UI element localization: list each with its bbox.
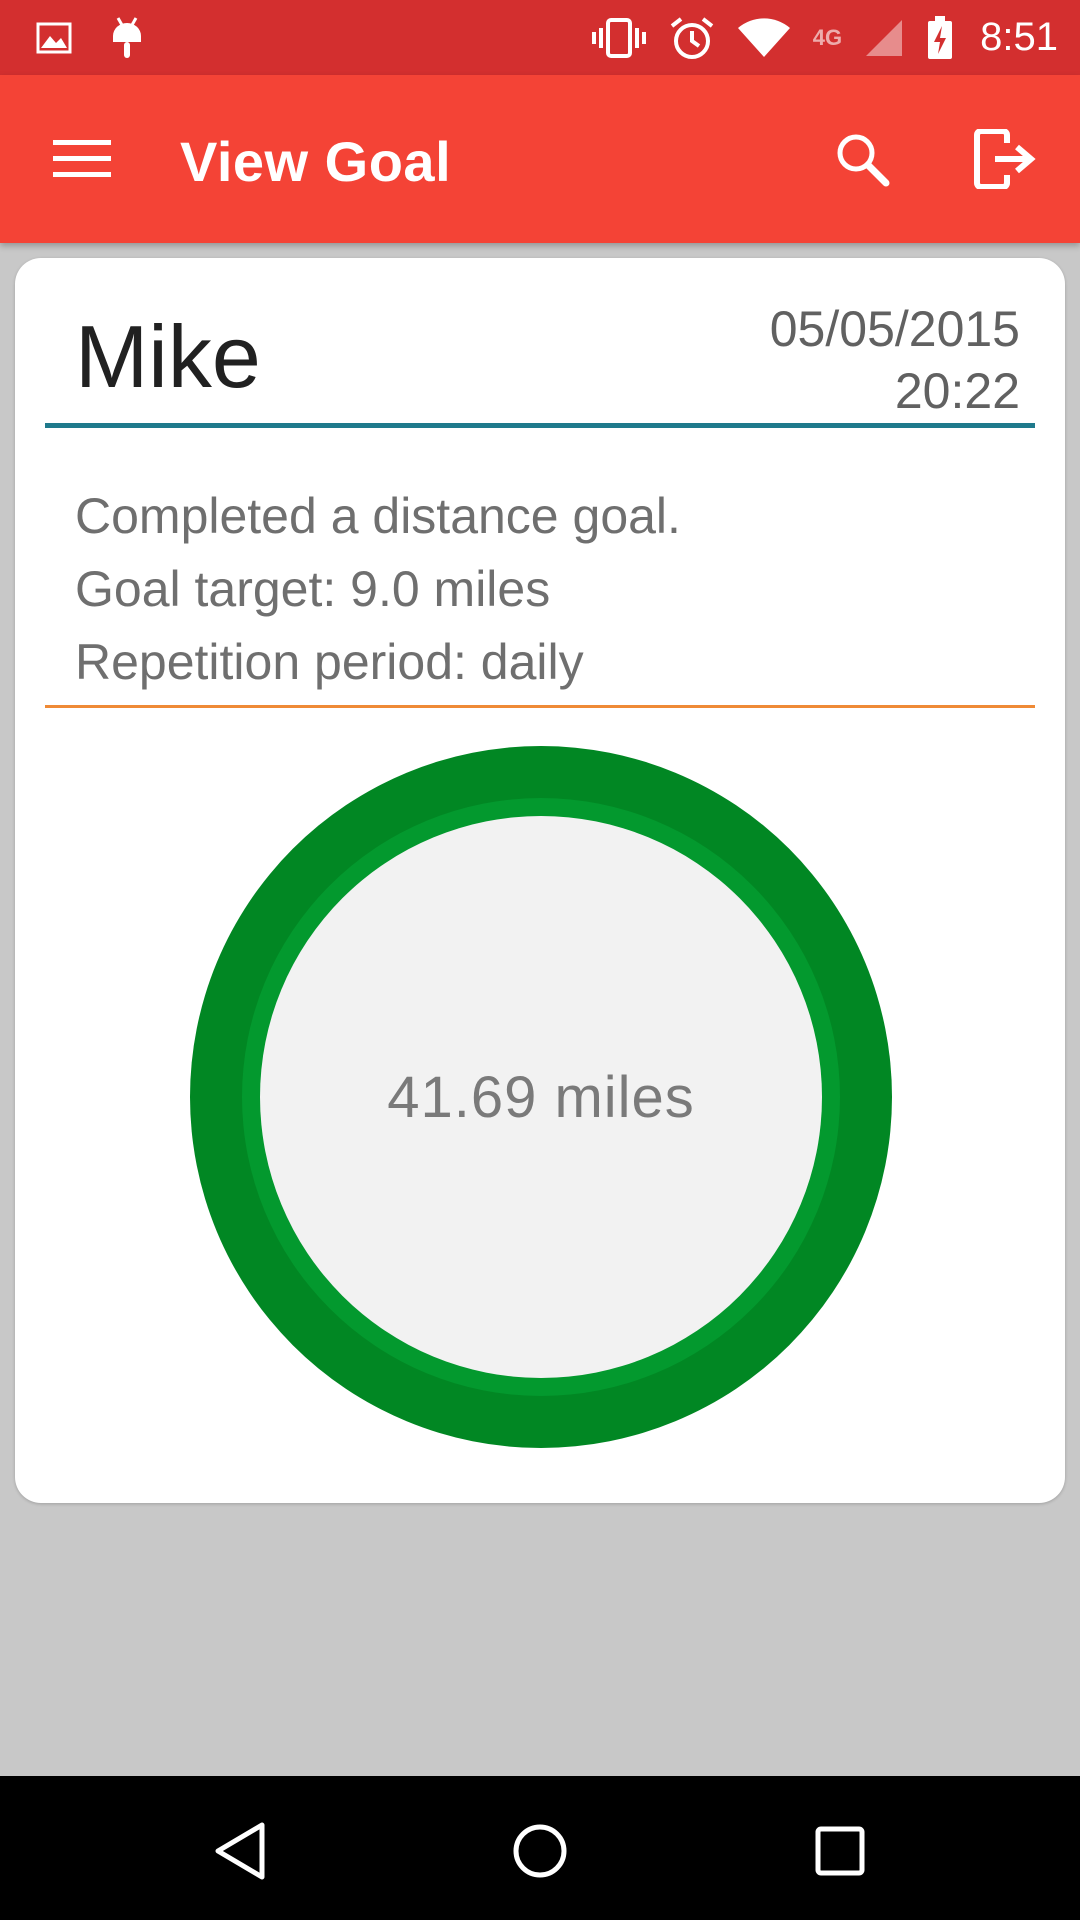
navigation-bar xyxy=(0,1776,1080,1920)
details-divider xyxy=(45,705,1035,708)
search-icon xyxy=(837,134,890,187)
distance-value: 41.69 miles xyxy=(387,1064,695,1130)
status-left-icons xyxy=(36,16,182,60)
logout-button[interactable] xyxy=(970,127,1040,191)
home-button[interactable] xyxy=(505,1816,575,1886)
progress-ring-center: 41.69 miles xyxy=(260,816,822,1378)
home-icon xyxy=(513,1824,567,1878)
goal-details: Completed a distance goal. Goal target: … xyxy=(75,480,681,699)
image-icon xyxy=(36,22,72,54)
vibrate-icon xyxy=(591,17,647,58)
goal-time: 20:22 xyxy=(894,363,1020,419)
goal-type-text: Completed a distance goal. xyxy=(75,488,681,544)
status-right-icons: 4G 8:51 xyxy=(569,15,1058,60)
back-button[interactable] xyxy=(205,1816,275,1886)
android-debug-icon xyxy=(110,16,144,60)
progress-ring: 41.69 miles xyxy=(190,746,892,1448)
goal-timestamp: 05/05/2015 20:22 xyxy=(770,298,1020,422)
menu-button[interactable] xyxy=(52,131,112,185)
lte-icon: 4G xyxy=(812,24,843,50)
user-name: Mike xyxy=(75,307,261,406)
search-button[interactable] xyxy=(830,127,894,191)
back-icon xyxy=(215,1822,265,1880)
signal-icon xyxy=(864,18,904,58)
menu-icon xyxy=(53,140,111,177)
goal-target-text: Goal target: 9.0 miles xyxy=(75,561,551,617)
app-bar: View Goal xyxy=(0,75,1080,243)
recents-button[interactable] xyxy=(805,1816,875,1886)
wifi-icon xyxy=(737,17,791,59)
header-divider xyxy=(45,423,1035,428)
status-bar: 4G 8:51 xyxy=(0,0,1080,75)
page-title: View Goal xyxy=(180,130,452,193)
battery-charging-icon xyxy=(926,15,954,60)
status-time: 8:51 xyxy=(980,15,1058,59)
alarm-icon xyxy=(669,16,715,60)
logout-icon xyxy=(974,129,1036,189)
goal-period-text: Repetition period: daily xyxy=(75,634,584,690)
recents-icon xyxy=(815,1826,865,1876)
goal-date: 05/05/2015 xyxy=(769,301,1020,357)
goal-card: Mike 05/05/2015 20:22 Completed a distan… xyxy=(15,258,1065,1503)
